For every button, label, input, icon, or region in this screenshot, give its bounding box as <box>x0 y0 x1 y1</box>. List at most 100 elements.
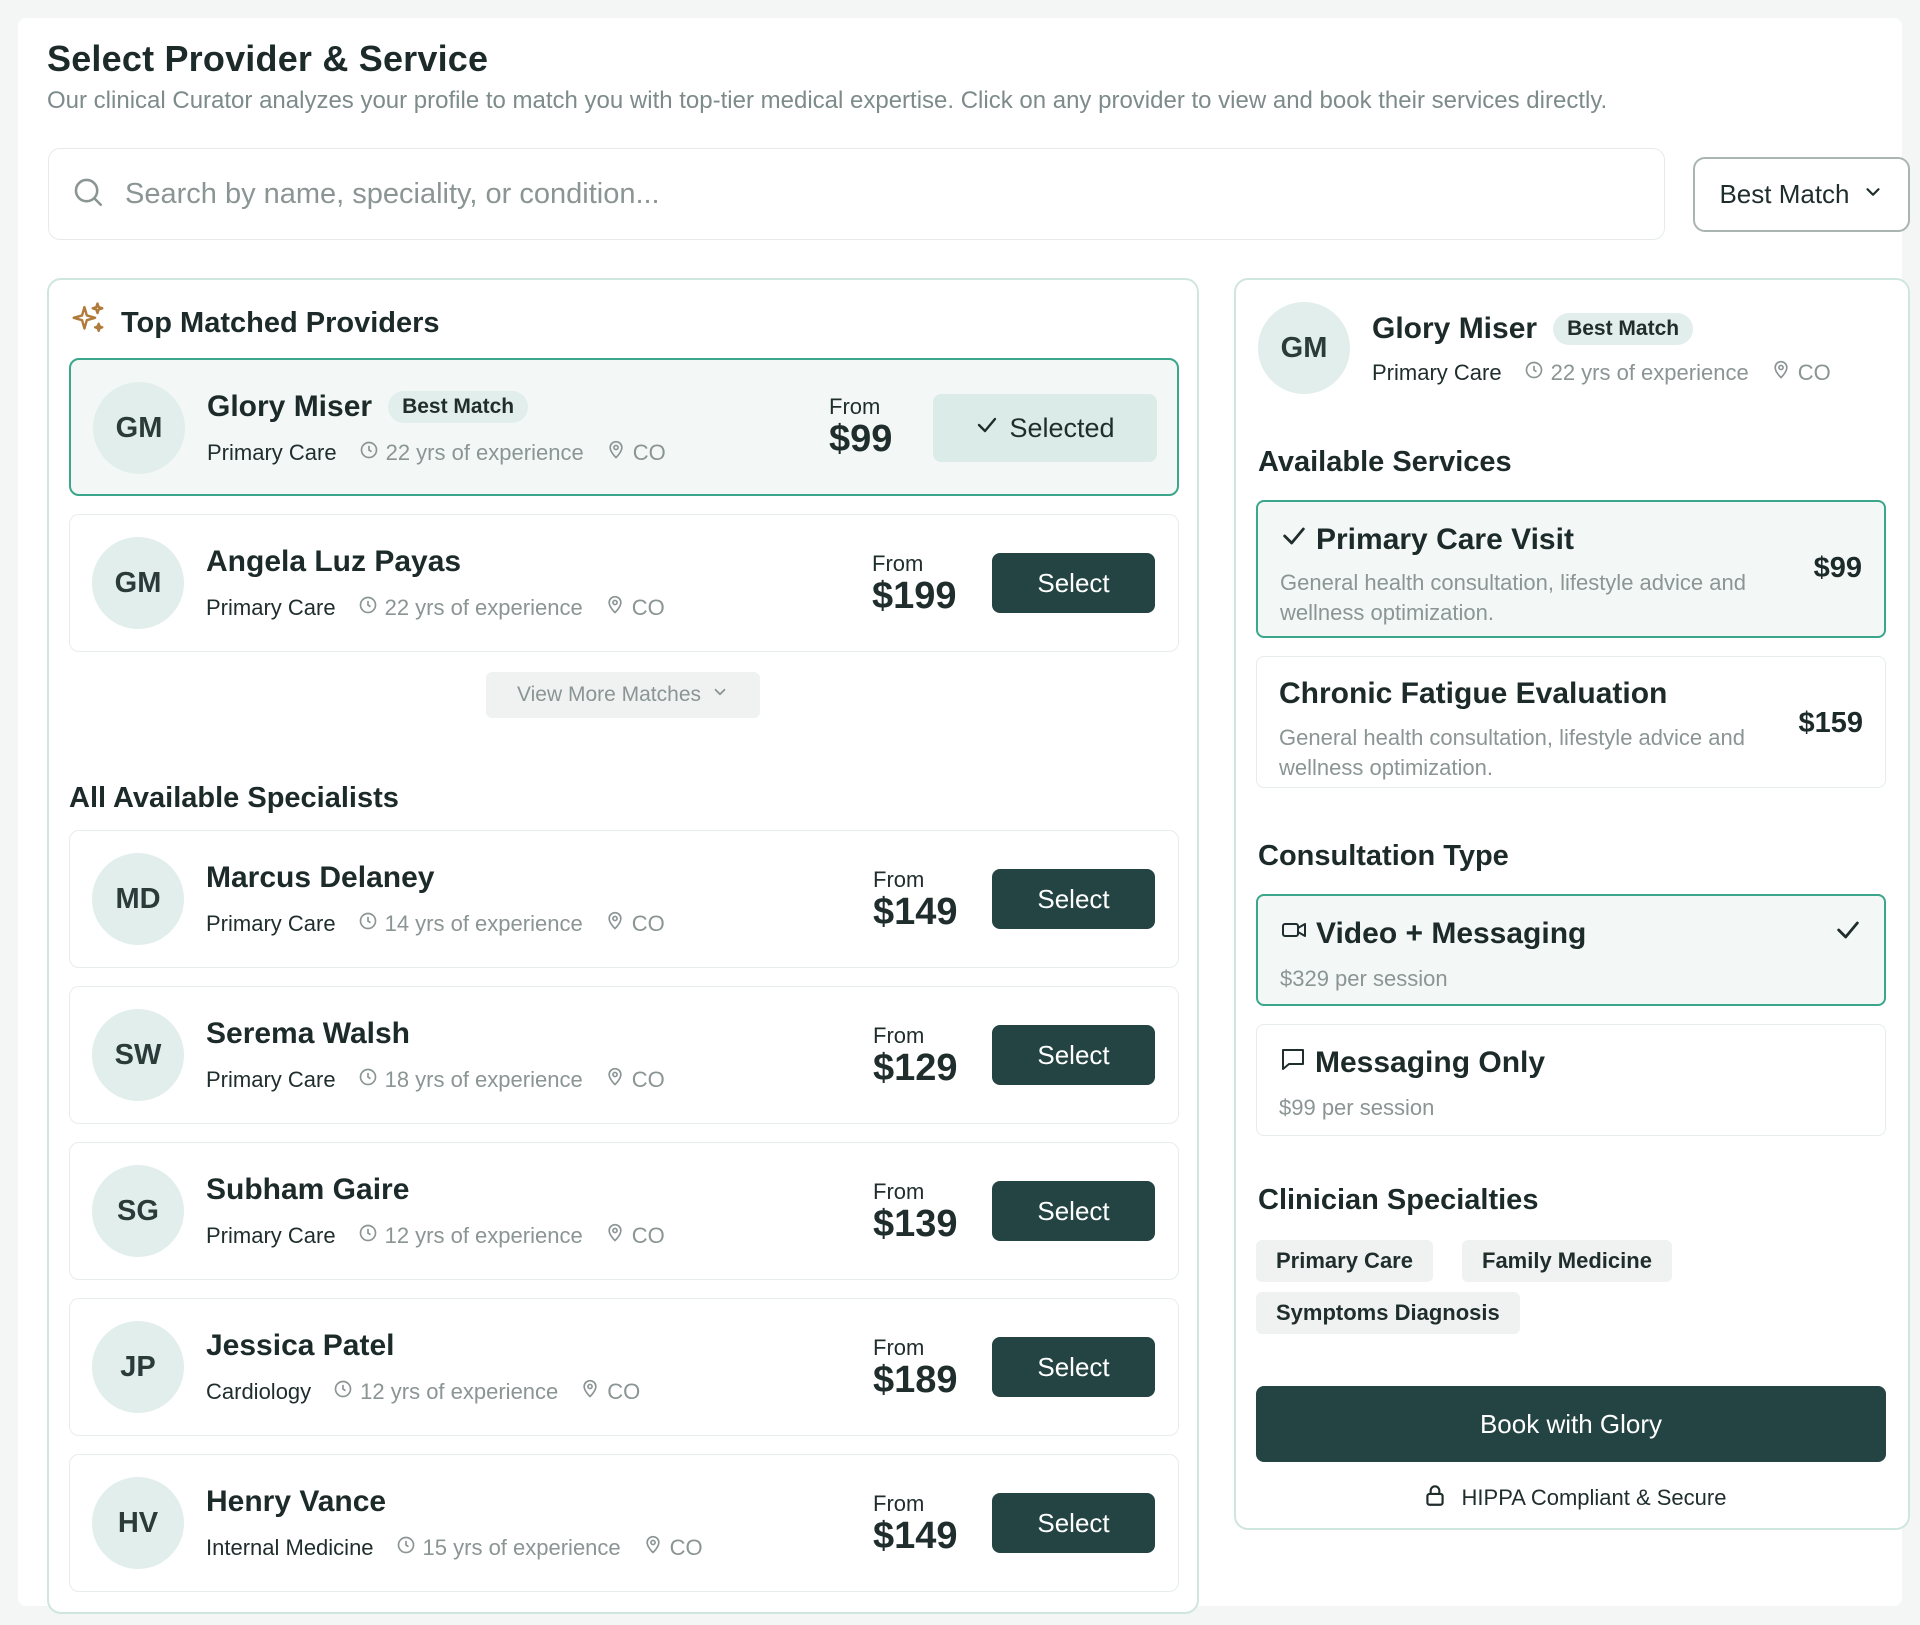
search-bar[interactable] <box>48 148 1665 240</box>
service-price: $159 <box>1798 707 1863 739</box>
provider-card-angela-luz-payas[interactable]: GM Angela Luz Payas Primary Care 22 yrs … <box>69 514 1179 652</box>
select-button[interactable]: Select <box>992 1181 1155 1241</box>
price-from-label: From <box>873 1023 925 1048</box>
view-more-matches-button[interactable]: View More Matches <box>486 672 760 718</box>
specialty-chip: Symptoms Diagnosis <box>1256 1292 1520 1334</box>
clock-icon <box>358 595 378 621</box>
price-from-label: From <box>829 394 881 419</box>
consultation-title-row: Video + Messaging <box>1280 916 1586 952</box>
provider-name: Angela Luz Payas <box>206 545 462 578</box>
providers-panel: Top Matched Providers GM Glory Miser Bes… <box>47 278 1199 1614</box>
location-pin-icon <box>605 911 625 937</box>
price-block: From $189 <box>873 1335 958 1401</box>
location-text: CO <box>669 1535 703 1560</box>
clinician-specialties-heading: Clinician Specialties <box>1258 1184 1539 1216</box>
price-value: $99 <box>829 418 893 460</box>
all-specialists-title: All Available Specialists <box>69 782 399 814</box>
provider-name-row: Subham Gaire <box>206 1173 409 1207</box>
detail-specialty: Primary Care <box>1372 360 1502 385</box>
view-more-label: View More Matches <box>516 683 702 706</box>
provider-card-marcus-delaney[interactable]: MD Marcus Delaney Primary Care 14 yrs of… <box>69 830 1179 968</box>
location-pin-icon <box>605 1223 625 1249</box>
provider-card-henry-vance[interactable]: HV Henry Vance Internal Medicine 15 yrs … <box>69 1454 1179 1592</box>
provider-meta: Primary Care 18 yrs of experience CO <box>206 1067 687 1093</box>
sparkle-icon <box>69 300 107 346</box>
provider-card-jessica-patel[interactable]: JP Jessica Patel Cardiology 12 yrs of ex… <box>69 1298 1179 1436</box>
provider-specialty: Primary Care <box>207 440 337 465</box>
experience-item: 12 yrs of experience <box>358 1223 583 1249</box>
service-description: General health consultation, lifestyle a… <box>1280 570 1746 625</box>
top-matched-title: Top Matched Providers <box>121 306 440 339</box>
location-item: CO <box>605 595 665 621</box>
service-card-primary-care-visit[interactable]: Primary Care Visit General health consul… <box>1256 500 1886 638</box>
best-match-badge: Best Match <box>1553 313 1694 345</box>
location-item: CO <box>605 1223 665 1249</box>
clock-icon <box>358 1067 378 1093</box>
clock-icon <box>359 440 379 466</box>
provider-specialty: Cardiology <box>206 1379 312 1404</box>
location-text: CO <box>631 595 665 620</box>
location-text: CO <box>607 1379 641 1404</box>
provider-card-serema-walsh[interactable]: SW Serema Walsh Primary Care 18 yrs of e… <box>69 986 1179 1124</box>
sort-label: Best Match <box>1719 179 1850 209</box>
available-services-heading: Available Services <box>1258 446 1512 478</box>
best-match-badge: Best Match <box>388 391 529 423</box>
sort-dropdown[interactable]: Best Match <box>1693 157 1910 232</box>
book-button[interactable]: Book with Glory <box>1256 1386 1886 1462</box>
service-description: General health consultation, lifestyle a… <box>1279 725 1745 780</box>
page-frame: Select Provider & Service Our clinical C… <box>18 18 1910 1614</box>
experience-item: 14 yrs of experience <box>358 911 583 937</box>
security-note: HIPPA Compliant & Secure <box>1236 1482 1912 1514</box>
provider-meta: Primary Care 12 yrs of experience CO <box>206 1223 687 1249</box>
consultation-title: Messaging Only <box>1315 1046 1546 1079</box>
location-pin-icon <box>606 440 626 466</box>
consultation-title: Video + Messaging <box>1316 917 1587 950</box>
message-icon <box>1279 1045 1307 1081</box>
experience-text: 15 yrs of experience <box>422 1535 621 1560</box>
provider-name-row: Marcus Delaney <box>206 861 434 895</box>
select-button[interactable]: Select <box>992 1493 1155 1553</box>
location-item: CO <box>606 440 666 466</box>
page-title: Select Provider & Service <box>47 38 489 79</box>
avatar: GM <box>92 537 184 629</box>
detail-meta: Primary Care 22 yrs of experience CO <box>1372 360 1853 386</box>
selected-button[interactable]: Selected <box>933 394 1157 462</box>
consultation-video-messaging[interactable]: Video + Messaging $329 per session <box>1256 894 1886 1006</box>
provider-meta: Primary Care 22 yrs of experience CO <box>207 440 688 466</box>
service-card-chronic-fatigue[interactable]: Chronic Fatigue Evaluation General healt… <box>1256 656 1886 788</box>
detail-name-row: Glory Miser Best Match <box>1372 312 1694 346</box>
price-value: $149 <box>873 1515 958 1557</box>
location-pin-icon <box>643 1535 663 1561</box>
service-title-row: Primary Care Visit <box>1280 522 1574 558</box>
search-input[interactable] <box>125 177 1525 211</box>
top-matched-heading: Top Matched Providers <box>69 300 440 346</box>
specialty-chip: Family Medicine <box>1462 1240 1672 1282</box>
consultation-messaging-only[interactable]: Messaging Only $99 per session <box>1256 1024 1886 1136</box>
location-pin-icon <box>605 595 625 621</box>
provider-name-row: Serema Walsh <box>206 1017 410 1051</box>
price-value: $129 <box>873 1047 958 1089</box>
location-item: CO <box>643 1535 703 1561</box>
experience-text: 14 yrs of experience <box>384 911 583 936</box>
provider-card-glory-miser[interactable]: GM Glory Miser Best Match Primary Care 2… <box>69 358 1179 496</box>
price-block: From $99 <box>829 394 892 460</box>
price-value: $139 <box>873 1203 958 1245</box>
price-block: From $199 <box>872 551 957 617</box>
select-button[interactable]: Select <box>992 553 1155 613</box>
experience-item: 22 yrs of experience <box>359 440 584 466</box>
consultation-type-heading: Consultation Type <box>1258 840 1509 872</box>
provider-meta: Primary Care 22 yrs of experience CO <box>206 595 687 621</box>
price-value: $189 <box>873 1359 958 1401</box>
avatar: GM <box>93 382 185 474</box>
experience-item: 22 yrs of experience <box>358 595 583 621</box>
provider-card-subham-gaire[interactable]: SG Subham Gaire Primary Care 12 yrs of e… <box>69 1142 1179 1280</box>
service-title: Primary Care Visit <box>1316 523 1574 556</box>
select-button[interactable]: Select <box>992 1337 1155 1397</box>
location-item: CO <box>1771 360 1831 386</box>
select-button[interactable]: Select <box>992 869 1155 929</box>
experience-text: 18 yrs of experience <box>384 1067 583 1092</box>
select-button[interactable]: Select <box>992 1025 1155 1085</box>
lock-icon <box>1422 1482 1448 1514</box>
provider-name: Marcus Delaney <box>206 861 435 894</box>
location-text: CO <box>631 1223 665 1248</box>
